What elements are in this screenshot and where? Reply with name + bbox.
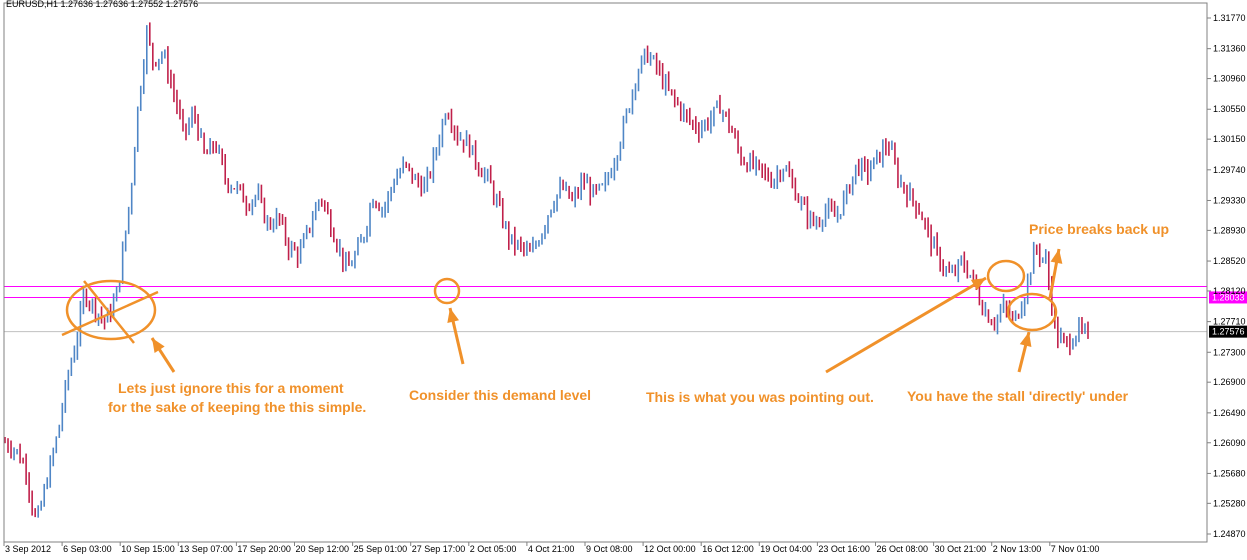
- x-tick-label: 20 Sep 12:00: [296, 544, 350, 554]
- x-tick-label: 19 Oct 04:00: [760, 544, 812, 554]
- y-tick-label: 1.26900: [1213, 377, 1246, 387]
- x-tick-label: 4 Oct 21:00: [528, 544, 575, 554]
- x-tick-label: 7 Nov 01:00: [1051, 544, 1100, 554]
- x-tick-label: 17 Sep 20:00: [237, 544, 291, 554]
- price-tag-label: 1.27576: [1212, 327, 1245, 337]
- x-tick-label: 16 Oct 12:00: [702, 544, 754, 554]
- x-tick-label: 10 Sep 15:00: [121, 544, 175, 554]
- x-axis: 3 Sep 2012 6 Sep 03:00 10 Sep 15:00 13 Sep …: [3, 542, 1100, 554]
- y-tick-label: 1.26090: [1213, 438, 1246, 448]
- x-tick-label: 6 Sep 03:00: [63, 544, 112, 554]
- annotation-demand: Consider this demand level: [409, 387, 591, 403]
- x-tick-label: 27 Sep 17:00: [412, 544, 466, 554]
- y-tick-label: 1.30960: [1213, 74, 1246, 84]
- annotation-ignore-2: for the sake of keeping the this simple.: [108, 399, 366, 415]
- y-tick-label: 1.31770: [1213, 13, 1246, 23]
- y-tick-label: 1.31360: [1213, 44, 1246, 54]
- x-tick-label: 2 Nov 13:00: [993, 544, 1042, 554]
- annotation-breaks: Price breaks back up: [1029, 221, 1169, 237]
- annotation-ignore-1: Lets just ignore this for a moment: [118, 380, 344, 396]
- x-tick-label: 2 Oct 05:00: [470, 544, 517, 554]
- y-tick-label: 1.29330: [1213, 195, 1246, 205]
- y-tick-label: 1.30150: [1213, 134, 1246, 144]
- x-tick-label: 30 Oct 21:00: [935, 544, 987, 554]
- x-tick-label: 12 Oct 00:00: [644, 544, 696, 554]
- x-tick-label: 23 Oct 16:00: [818, 544, 870, 554]
- x-tick-label: 26 Oct 08:00: [877, 544, 929, 554]
- x-tick-label: 25 Sep 01:00: [354, 544, 408, 554]
- x-tick-label: 3 Sep 2012: [5, 544, 51, 554]
- y-tick-label: 1.28120: [1213, 286, 1246, 296]
- chart-background: [0, 0, 1247, 555]
- symbol-header: EURUSD,H1 1.27636 1.27636 1.27552 1.2757…: [6, 0, 198, 9]
- price-chart[interactable]: 1.280331.27576 Lets just ignore this for…: [0, 0, 1247, 555]
- y-tick-label: 1.28520: [1213, 256, 1246, 266]
- annotation-pointing: This is what you was pointing out.: [646, 389, 874, 405]
- x-tick-label: 13 Sep 07:00: [179, 544, 233, 554]
- y-tick-label: 1.25280: [1213, 498, 1246, 508]
- chart-window[interactable]: 1.28033 1.27576 Lets just ignore this for…: [0, 0, 1247, 555]
- y-tick-label: 1.27300: [1213, 347, 1246, 357]
- x-tick-label: 9 Oct 08:00: [586, 544, 633, 554]
- y-tick-label: 1.27710: [1213, 317, 1246, 327]
- y-tick-label: 1.24870: [1213, 529, 1246, 539]
- y-tick-label: 1.26490: [1213, 408, 1246, 418]
- annotation-stall: You have the stall 'directly' under: [907, 388, 1129, 404]
- y-tick-label: 1.29740: [1213, 165, 1246, 175]
- y-tick-label: 1.25680: [1213, 468, 1246, 478]
- y-tick-label: 1.30550: [1213, 104, 1246, 114]
- y-tick-label: 1.28930: [1213, 225, 1246, 235]
